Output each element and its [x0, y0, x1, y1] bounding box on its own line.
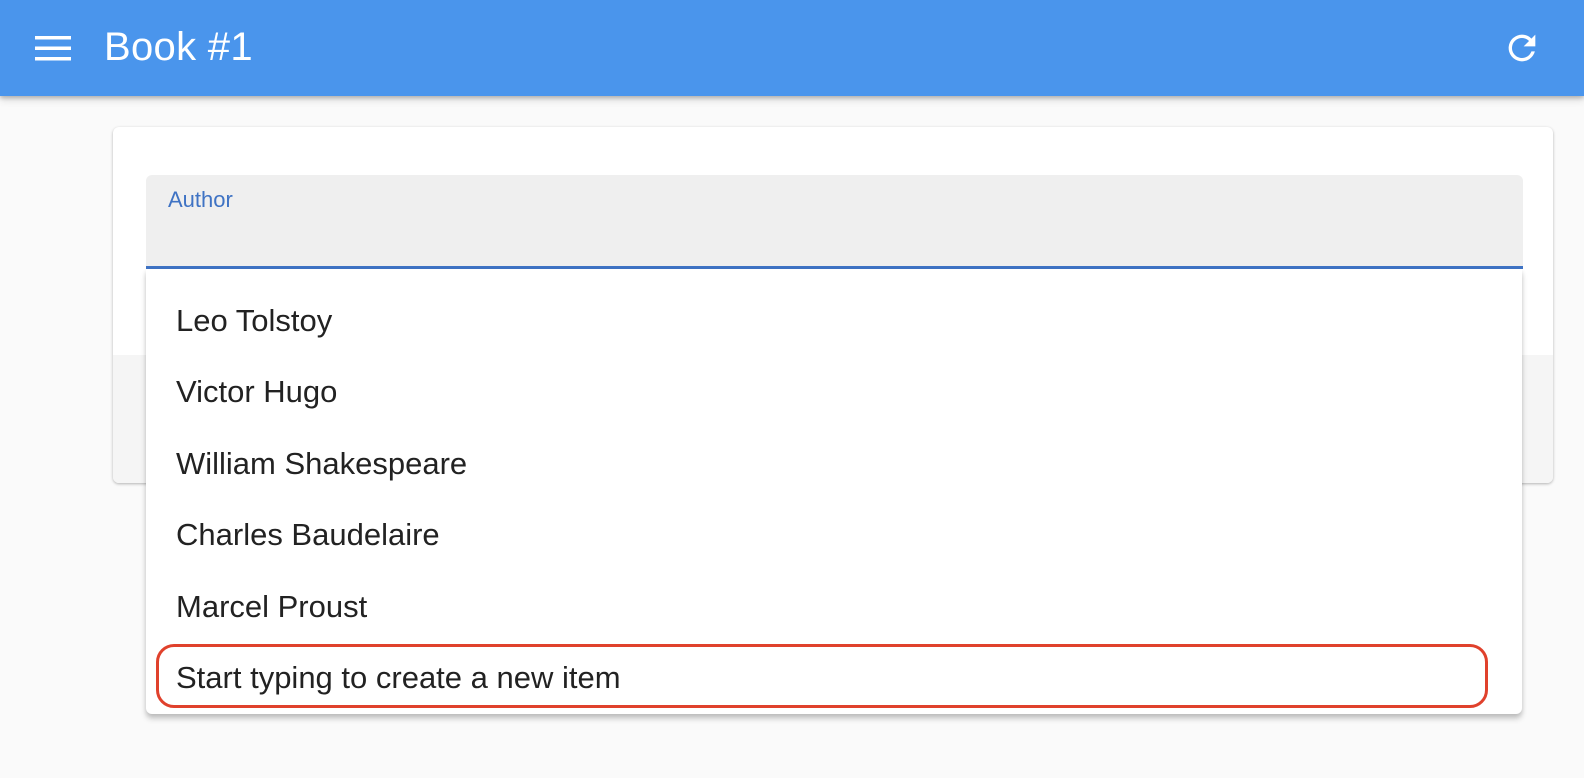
option-label: Start typing to create a new item [176, 659, 621, 695]
option-charles-baudelaire[interactable]: Charles Baudelaire [146, 499, 1522, 570]
option-victor-hugo[interactable]: Victor Hugo [146, 356, 1522, 427]
author-input[interactable] [168, 223, 1488, 259]
option-label: Victor Hugo [176, 374, 338, 410]
option-label: William Shakespeare [176, 445, 468, 481]
refresh-icon [1508, 34, 1536, 62]
option-william-shakespeare[interactable]: William Shakespeare [146, 428, 1522, 499]
option-leo-tolstoy[interactable]: Leo Tolstoy [146, 285, 1522, 356]
option-create-new-item[interactable]: Start typing to create a new item [146, 642, 1522, 713]
option-label: Charles Baudelaire [176, 517, 440, 553]
page-title: Book #1 [104, 25, 253, 69]
menu-button[interactable] [22, 18, 84, 78]
author-label: Author [168, 187, 233, 212]
app-bar: Book #1 [0, 0, 1584, 96]
author-field[interactable]: Author [146, 175, 1523, 269]
option-label: Marcel Proust [176, 588, 368, 624]
refresh-button[interactable] [1496, 22, 1548, 74]
option-label: Leo Tolstoy [176, 303, 333, 338]
menu-icon [35, 36, 71, 61]
option-marcel-proust[interactable]: Marcel Proust [146, 571, 1522, 642]
author-suggestions: Leo Tolstoy Victor Hugo William Shakespe… [146, 269, 1522, 714]
